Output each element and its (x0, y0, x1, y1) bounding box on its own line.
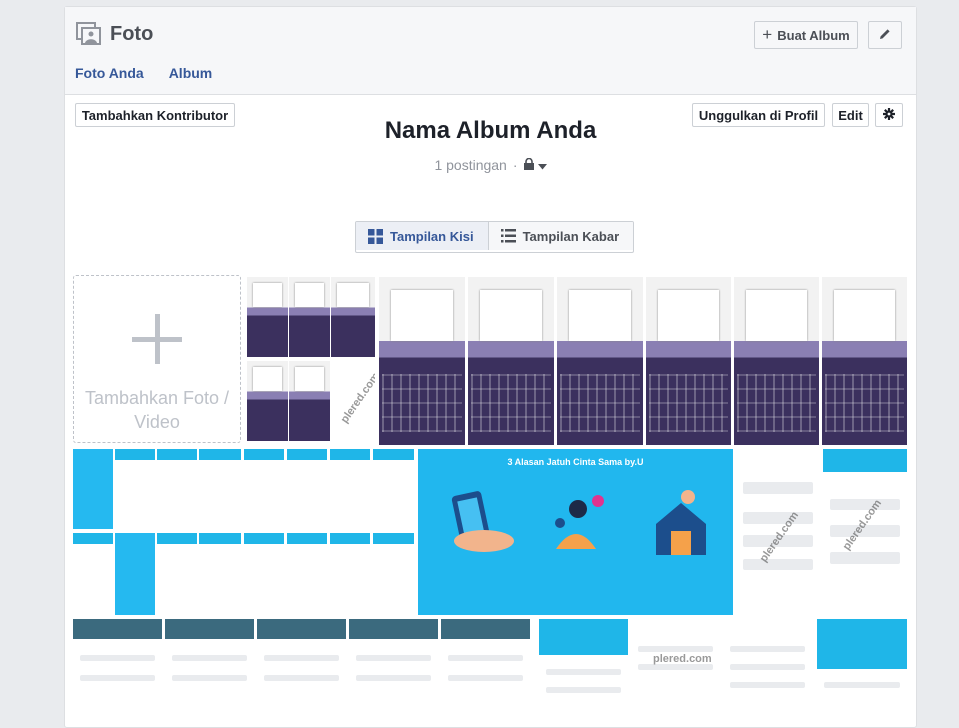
watermark-text: plered.com (338, 370, 375, 426)
photo-thumbnail[interactable]: plered.com (736, 449, 820, 615)
photo-tabs: Foto Anda Album (75, 65, 212, 81)
meta-separator: · (512, 157, 518, 173)
photo-thumbnail[interactable] (734, 277, 819, 445)
photo-thumbnail[interactable] (817, 619, 907, 709)
page-title: Foto (110, 23, 154, 45)
plus-icon: + (762, 25, 773, 44)
tab-your-photos[interactable]: Foto Anda (75, 65, 144, 81)
photo-thumbnail[interactable] (257, 619, 346, 709)
album-meta: 1 postingan · (65, 157, 916, 173)
create-album-button[interactable]: + Buat Album (754, 21, 858, 49)
photo-thumbnail[interactable] (723, 619, 812, 709)
chevron-down-icon (537, 157, 547, 173)
photo-thumbnail[interactable] (468, 277, 554, 445)
house-illustration (636, 479, 726, 589)
photo-thumbnail[interactable] (822, 277, 907, 445)
post-count: 1 postingan (434, 157, 507, 173)
album-panel: Foto + Buat Album Foto Anda Album Tambah… (64, 6, 917, 728)
grid-icon (368, 228, 383, 244)
photo-thumbnail[interactable]: plered.com (631, 619, 720, 709)
photos-icon (76, 22, 102, 53)
photo-thumbnail[interactable] (646, 277, 731, 445)
photo-thumbnail[interactable]: plered.com (823, 449, 907, 615)
photo-thumbnail[interactable]: 3 Alasan Jatuh Cinta Sama by.U (418, 449, 733, 615)
tab-albums[interactable]: Album (169, 65, 213, 81)
watermark-text: plered.com (653, 653, 712, 665)
photo-thumbnail[interactable] (441, 619, 530, 709)
photo-thumbnail[interactable] (73, 619, 162, 709)
photo-thumbnail[interactable]: plered.com (247, 277, 375, 445)
grid-view-button[interactable]: Tampilan Kisi (356, 222, 489, 250)
album-title: Nama Album Anda (384, 117, 597, 144)
view-toggle: Tampilan Kisi Tampilan Kabar (355, 221, 635, 253)
phone-illustration (434, 479, 524, 589)
privacy-selector[interactable] (523, 157, 547, 173)
photo-thumbnail[interactable] (379, 277, 465, 445)
list-icon (500, 229, 516, 243)
person-illustration (536, 479, 626, 589)
pencil-icon (879, 28, 891, 43)
plus-icon (132, 314, 182, 364)
photo-thumbnail[interactable] (244, 449, 414, 615)
photos-header: Foto + Buat Album Foto Anda Album (65, 7, 916, 95)
add-photo-video-tile[interactable]: Tambahkan Foto / Video (73, 275, 241, 443)
photo-thumbnail[interactable] (349, 619, 438, 709)
banner-title: 3 Alasan Jatuh Cinta Sama by.U (507, 457, 644, 467)
photo-thumbnail[interactable] (73, 449, 241, 615)
photo-thumbnail[interactable] (165, 619, 254, 709)
lock-icon (523, 157, 534, 173)
photo-thumbnail[interactable] (539, 619, 628, 709)
feed-view-button[interactable]: Tampilan Kabar (488, 222, 634, 250)
edit-pencil-button[interactable] (868, 21, 902, 49)
photo-thumbnail[interactable] (557, 277, 643, 445)
